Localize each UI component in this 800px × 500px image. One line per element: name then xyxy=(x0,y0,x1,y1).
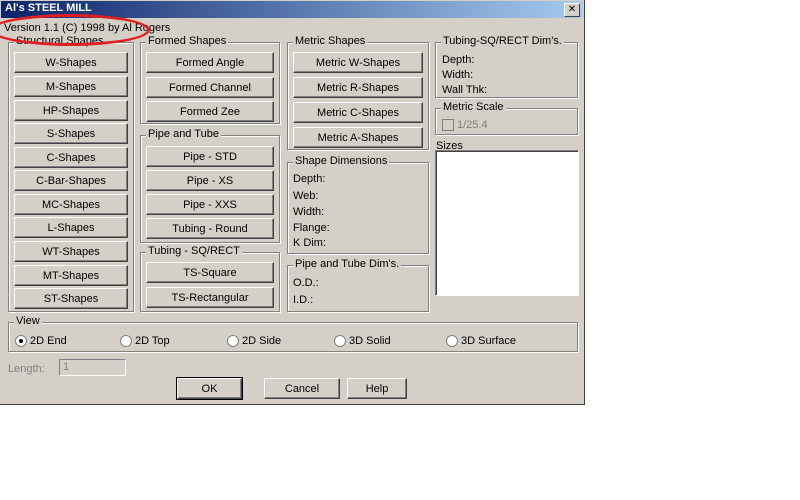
window-title: Al's STEEL MILL xyxy=(5,2,92,14)
depth-label: Depth: xyxy=(293,173,326,185)
ts-square-button[interactable]: TS-Square xyxy=(146,262,274,283)
id-label: I.D.: xyxy=(293,294,314,306)
tubing-round-button[interactable]: Tubing - Round xyxy=(146,218,274,239)
version-text: Version 1.1 (C) 1998 by Al Rogers xyxy=(4,22,171,34)
view-2d-end-radio[interactable] xyxy=(15,335,27,347)
k-dim-label: K Dim: xyxy=(293,237,326,249)
mt-shapes-button[interactable]: MT-Shapes xyxy=(14,265,128,286)
pipe-xs-button[interactable]: Pipe - XS xyxy=(146,170,274,191)
group-label-view: View xyxy=(14,315,42,327)
wt-shapes-button[interactable]: WT-Shapes xyxy=(14,241,128,262)
group-label-metric-scale: Metric Scale xyxy=(441,101,506,113)
group-label-pipe: Pipe and Tube xyxy=(146,128,221,140)
group-label-shape-dims: Shape Dimensions xyxy=(293,155,390,167)
view-2d-side-radio[interactable] xyxy=(227,335,239,347)
close-icon[interactable]: ✕ xyxy=(564,3,580,17)
s-shapes-button[interactable]: S-Shapes xyxy=(14,123,128,144)
tubing-width-label: Width: xyxy=(442,69,474,81)
width-label: Width: xyxy=(293,206,325,218)
title-bar: Al's STEEL MILL ✕ xyxy=(1,1,583,18)
c-shapes-button[interactable]: C-Shapes xyxy=(14,147,128,168)
flange-label: Flange: xyxy=(293,222,330,234)
group-label-tubing-dims: Tubing-SQ/RECT Dim's. xyxy=(441,35,564,47)
group-label-formed: Formed Shapes xyxy=(146,35,229,47)
od-label: O.D.: xyxy=(293,277,319,289)
length-field[interactable]: 1 xyxy=(59,359,126,376)
sizes-listbox[interactable] xyxy=(435,150,579,296)
formed-zee-button[interactable]: Formed Zee xyxy=(146,101,274,122)
view-3d-surface-label: 3D Surface xyxy=(461,335,517,347)
view-3d-solid-label: 3D Solid xyxy=(349,335,391,347)
cancel-button[interactable]: Cancel xyxy=(264,378,340,399)
metric-scale-checkbox[interactable] xyxy=(442,119,454,131)
st-shapes-button[interactable]: ST-Shapes xyxy=(14,288,128,309)
length-label: Length: xyxy=(8,363,45,375)
c-bar-shapes-button[interactable]: C-Bar-Shapes xyxy=(14,170,128,191)
dialog-window: Al's STEEL MILL ✕ Version 1.1 (C) 1998 b… xyxy=(0,0,585,405)
w-shapes-button[interactable]: W-Shapes xyxy=(14,52,128,73)
m-shapes-button[interactable]: M-Shapes xyxy=(14,76,128,97)
view-2d-end-label: 2D End xyxy=(30,335,67,347)
tubing-depth-label: Depth: xyxy=(442,54,475,66)
wall-thk-label: Wall Thk: xyxy=(442,84,488,96)
view-2d-top-label: 2D Top xyxy=(135,335,170,347)
pipe-xxs-button[interactable]: Pipe - XXS xyxy=(146,194,274,215)
metric-a-shapes-button[interactable]: Metric A-Shapes xyxy=(293,127,423,148)
formed-angle-button[interactable]: Formed Angle xyxy=(146,52,274,73)
help-button[interactable]: Help xyxy=(347,378,407,399)
metric-w-shapes-button[interactable]: Metric W-Shapes xyxy=(293,52,423,73)
ts-rectangular-button[interactable]: TS-Rectangular xyxy=(146,287,274,308)
group-label-metric: Metric Shapes xyxy=(293,35,368,47)
metric-c-shapes-button[interactable]: Metric C-Shapes xyxy=(293,102,423,123)
ok-button[interactable]: OK xyxy=(176,377,243,400)
hp-shapes-button[interactable]: HP-Shapes xyxy=(14,100,128,121)
metric-r-shapes-button[interactable]: Metric R-Shapes xyxy=(293,77,423,98)
mc-shapes-button[interactable]: MC-Shapes xyxy=(14,194,128,215)
metric-scale-checkbox-label: 1/25.4 xyxy=(457,119,488,131)
view-3d-surface-radio[interactable] xyxy=(446,335,458,347)
group-label-pipe-dims: Pipe and Tube Dim's. xyxy=(293,258,402,270)
view-2d-side-label: 2D Side xyxy=(242,335,282,347)
formed-channel-button[interactable]: Formed Channel xyxy=(146,77,274,98)
web-label: Web: xyxy=(293,190,319,202)
view-3d-solid-radio[interactable] xyxy=(334,335,346,347)
group-label-tubing: Tubing - SQ/RECT xyxy=(146,245,242,257)
view-2d-top-radio[interactable] xyxy=(120,335,132,347)
l-shapes-button[interactable]: L-Shapes xyxy=(14,217,128,238)
group-label-structural: Structural Shapes xyxy=(14,35,106,47)
pipe-std-button[interactable]: Pipe - STD xyxy=(146,146,274,167)
